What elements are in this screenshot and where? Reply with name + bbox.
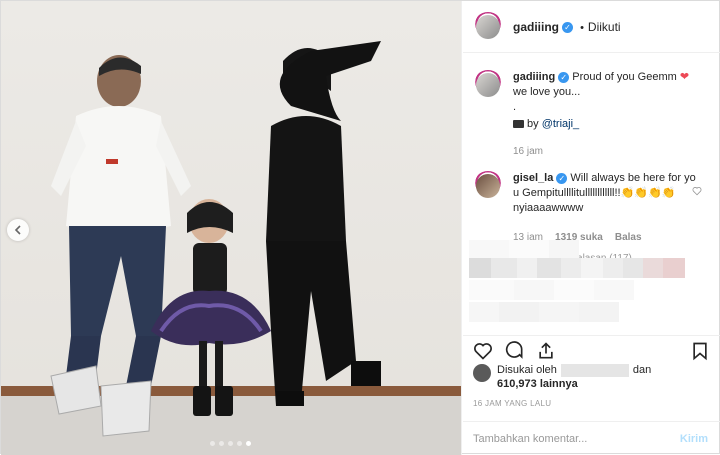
caption-time: 16 jam bbox=[513, 146, 544, 157]
follow-separator: • bbox=[580, 21, 584, 34]
likes-count-button[interactable]: 610,973 lainnya bbox=[497, 377, 651, 391]
chevron-left-icon bbox=[14, 225, 21, 235]
comments-area: gadiiing ✓ Proud of you Geemm ❤ we love y… bbox=[463, 58, 720, 328]
likes-prefix: Disukai oleh bbox=[497, 364, 557, 376]
comment-input[interactable] bbox=[473, 432, 663, 445]
commenter-avatar[interactable] bbox=[473, 171, 503, 201]
share-icon[interactable] bbox=[536, 341, 556, 361]
credit-handle-link[interactable]: @triaji_ bbox=[542, 118, 579, 130]
follow-status-button[interactable]: Diikuti bbox=[588, 20, 621, 34]
author-avatar[interactable] bbox=[473, 11, 503, 42]
instagram-post: gadiiing ✓ • Diikuti gadiiing ✓ Proud of yo… bbox=[0, 0, 720, 455]
action-bar bbox=[463, 335, 720, 363]
heart-icon[interactable] bbox=[473, 341, 493, 361]
comment-line2: nyiaaaawwww bbox=[513, 202, 584, 214]
caption-line3: . bbox=[513, 101, 517, 113]
comment-heart-icon[interactable] bbox=[692, 186, 702, 196]
caption-meta: 16 jam bbox=[513, 144, 689, 159]
redacted-liker bbox=[560, 363, 629, 377]
caption-text: Proud of you Geemm bbox=[572, 71, 677, 83]
caption-body: gadiiing ✓ Proud of you Geemm ❤ we love y… bbox=[513, 70, 689, 159]
carousel-indicator bbox=[210, 441, 251, 446]
caption-avatar[interactable] bbox=[473, 70, 503, 100]
photo-woman-figure bbox=[266, 41, 381, 406]
header-user: gadiiing ✓ • Diikuti bbox=[513, 20, 621, 34]
caption-credit: by @triaji_ bbox=[513, 117, 689, 132]
pixelated-comment bbox=[469, 280, 714, 302]
likes-and: dan bbox=[632, 364, 652, 376]
carousel-dot bbox=[210, 441, 215, 446]
pixelated-comment bbox=[469, 258, 714, 280]
verified-badge-icon: ✓ bbox=[562, 22, 573, 34]
clap-emojis: 👏👏👏👏 bbox=[620, 187, 676, 199]
carousel-prev-button[interactable] bbox=[7, 219, 29, 241]
verified-badge-icon: ✓ bbox=[556, 172, 568, 184]
commenter-username[interactable]: gisel_la bbox=[513, 172, 553, 184]
comment-row: gisel_la ✓ Will always be here for you Ge… bbox=[463, 165, 720, 251]
likes-summary: Disukai oleh dan 610,973 lainnya bbox=[473, 363, 651, 391]
carousel-dot bbox=[228, 441, 233, 446]
clapper-icon bbox=[513, 120, 524, 129]
post-header: gadiiing ✓ • Diikuti bbox=[463, 1, 720, 53]
likes-line1: Disukai oleh dan bbox=[497, 363, 651, 377]
caption-username[interactable]: gadiiing bbox=[513, 71, 555, 83]
comment-text-wrap: gisel_la ✓ Will always be here for you Ge… bbox=[513, 171, 698, 201]
heart-emoji: ❤ bbox=[679, 71, 690, 83]
post-side-panel: gadiiing ✓ • Diikuti gadiiing ✓ Proud of yo… bbox=[463, 1, 720, 455]
caption-line2: we love you... bbox=[513, 86, 581, 98]
carousel-dot bbox=[219, 441, 224, 446]
carousel-dot bbox=[237, 441, 242, 446]
author-username[interactable]: gadiiing bbox=[513, 20, 559, 34]
caption-row: gadiiing ✓ Proud of you Geemm ❤ we love y… bbox=[463, 64, 720, 165]
comment-composer: Kirim bbox=[463, 421, 720, 455]
caption-line1: gadiiing ✓ Proud of you Geemm ❤ bbox=[513, 70, 689, 85]
submit-comment-button[interactable]: Kirim bbox=[680, 433, 708, 445]
pixelated-comment bbox=[469, 302, 714, 324]
post-timestamp: 16 JAM YANG LALU bbox=[473, 399, 552, 408]
credit-prefix: by bbox=[527, 118, 539, 130]
bookmark-icon[interactable] bbox=[690, 341, 710, 361]
carousel-dot-active bbox=[246, 441, 251, 446]
liker-avatar[interactable] bbox=[473, 364, 491, 382]
verified-badge-icon: ✓ bbox=[558, 71, 570, 83]
comment-body: gisel_la ✓ Will always be here for you Ge… bbox=[513, 171, 698, 245]
comment-icon[interactable] bbox=[505, 341, 525, 361]
post-photo[interactable] bbox=[1, 1, 462, 455]
